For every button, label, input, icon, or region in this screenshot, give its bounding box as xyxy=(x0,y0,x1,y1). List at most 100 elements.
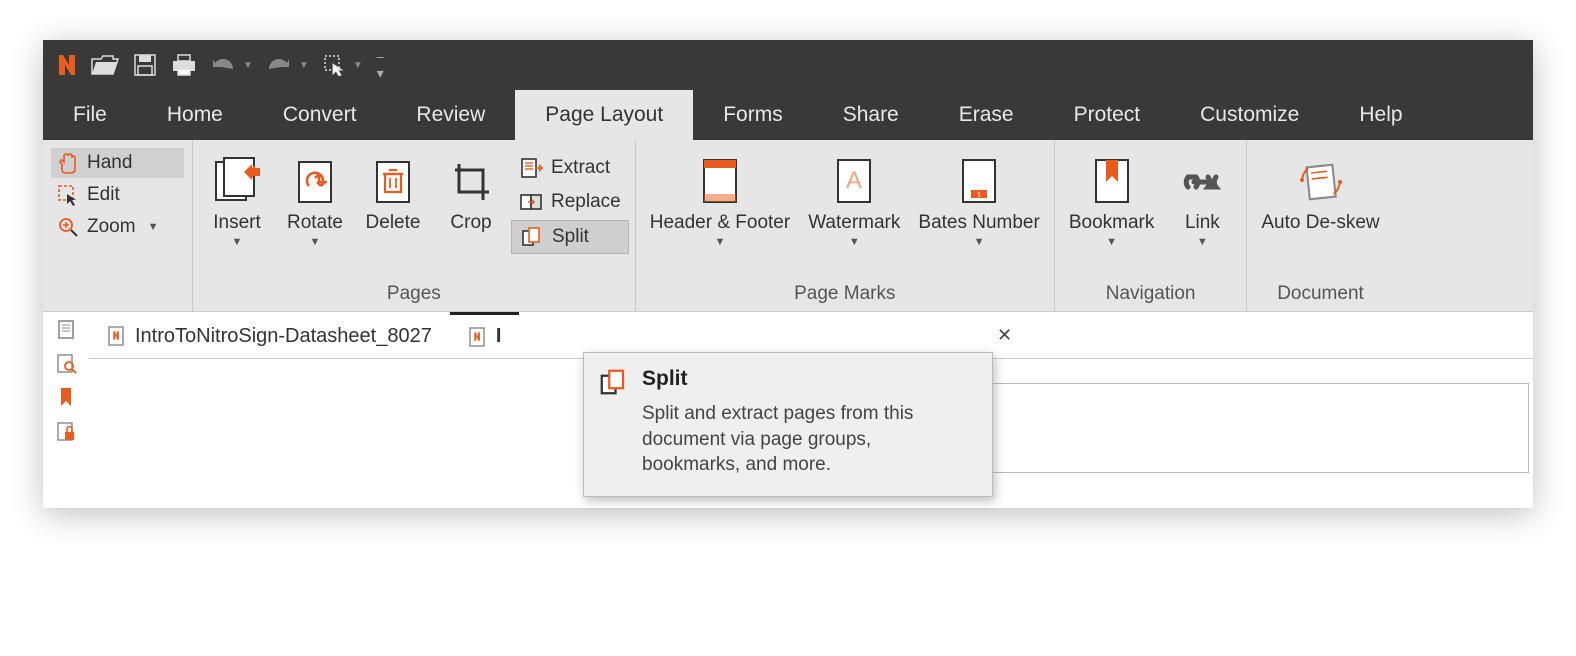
bates-label: Bates Number xyxy=(918,212,1039,234)
open-icon[interactable] xyxy=(91,55,119,75)
insert-button[interactable]: Insert ▼ xyxy=(199,148,275,248)
quick-access-toolbar: ▼ ▼ ▼ ⎯▾ xyxy=(43,40,1533,90)
group-pages-label: Pages xyxy=(199,279,629,307)
extract-button[interactable]: Extract xyxy=(511,152,629,184)
print-icon[interactable] xyxy=(171,53,197,77)
chevron-down-icon: ▼ xyxy=(715,236,726,248)
delete-label: Delete xyxy=(366,212,421,234)
bates-icon: 1 xyxy=(957,152,1001,210)
watermark-button[interactable]: A Watermark ▼ xyxy=(800,148,908,248)
pdf-doc-icon xyxy=(107,325,125,347)
chevron-down-icon: ▼ xyxy=(1197,236,1208,248)
document-tab-2[interactable]: I xyxy=(450,312,520,358)
replace-label: Replace xyxy=(551,191,621,213)
mode-tools: Hand Edit Zoom ▼ xyxy=(43,140,193,311)
menu-erase[interactable]: Erase xyxy=(929,90,1044,140)
group-document-label: Document xyxy=(1253,279,1387,307)
sidebar xyxy=(43,312,89,508)
redo-dropdown-icon[interactable]: ▼ xyxy=(299,60,309,71)
document-tab-1-label: IntroToNitroSign-Datasheet_8027 xyxy=(135,325,432,348)
group-document: Auto De-skew Document xyxy=(1246,140,1393,311)
watermark-icon: A xyxy=(832,152,876,210)
tooltip-body: Split and extract pages from this docume… xyxy=(642,401,974,478)
chevron-down-icon: ▼ xyxy=(310,236,321,248)
edit-icon xyxy=(57,184,79,206)
chevron-down-icon: ▼ xyxy=(849,236,860,248)
split-tooltip: Split Split and extract pages from this … xyxy=(583,352,993,497)
extract-icon xyxy=(519,156,543,180)
bates-number-button[interactable]: 1 Bates Number ▼ xyxy=(910,148,1047,248)
hand-tool-button[interactable]: Hand xyxy=(51,148,184,178)
watermark-label: Watermark xyxy=(808,212,900,234)
document-tab-1[interactable]: IntroToNitroSign-Datasheet_8027 xyxy=(89,312,450,358)
insert-icon xyxy=(210,152,264,210)
split-label: Split xyxy=(552,226,589,248)
menu-share[interactable]: Share xyxy=(813,90,929,140)
chevron-down-icon: ▼ xyxy=(1106,236,1117,248)
rotate-button[interactable]: Rotate ▼ xyxy=(277,148,353,248)
extract-label: Extract xyxy=(551,157,610,179)
menu-customize[interactable]: Customize xyxy=(1170,90,1329,140)
sidebar-bookmark-icon[interactable] xyxy=(56,386,76,408)
link-label: Link xyxy=(1185,212,1220,234)
menu-file[interactable]: File xyxy=(43,90,137,140)
customize-qat-icon[interactable]: ⎯▾ xyxy=(377,48,384,82)
menu-home[interactable]: Home xyxy=(137,90,253,140)
crop-icon xyxy=(449,152,493,210)
split-icon xyxy=(598,367,628,478)
menu-help[interactable]: Help xyxy=(1329,90,1432,140)
zoom-label: Zoom xyxy=(87,216,136,238)
group-navigation: Bookmark ▼ Link ▼ Navigation xyxy=(1054,140,1247,311)
tooltip-title: Split xyxy=(642,367,974,391)
split-icon xyxy=(520,225,544,249)
group-pages: Insert ▼ Rotate ▼ Delete xyxy=(193,140,635,311)
bookmark-icon xyxy=(1090,152,1134,210)
hand-icon xyxy=(57,152,79,174)
select-dropdown-icon[interactable]: ▼ xyxy=(353,60,363,71)
svg-text:A: A xyxy=(846,167,862,194)
save-icon[interactable] xyxy=(133,53,157,77)
edit-label: Edit xyxy=(87,184,120,206)
link-icon xyxy=(1178,152,1226,210)
menu-protect[interactable]: Protect xyxy=(1044,90,1171,140)
menu-page-layout[interactable]: Page Layout xyxy=(515,90,693,140)
split-button[interactable]: Split xyxy=(511,220,629,254)
group-page-marks: Header & Footer ▼ A Watermark ▼ 1 Bates … xyxy=(635,140,1054,311)
crop-button[interactable]: Crop xyxy=(433,148,509,234)
ribbon: Hand Edit Zoom ▼ xyxy=(43,140,1533,312)
select-tool-icon[interactable] xyxy=(323,54,345,76)
chevron-down-icon: ▼ xyxy=(148,221,159,233)
tab-close-button[interactable]: ✕ xyxy=(997,325,1012,346)
deskew-button[interactable]: Auto De-skew xyxy=(1253,148,1387,234)
delete-button[interactable]: Delete xyxy=(355,148,431,234)
edit-tool-button[interactable]: Edit xyxy=(51,180,184,210)
sidebar-search-icon[interactable] xyxy=(55,352,77,374)
bookmark-button[interactable]: Bookmark ▼ xyxy=(1061,148,1163,248)
menu-review[interactable]: Review xyxy=(386,90,515,140)
menu-convert[interactable]: Convert xyxy=(253,90,387,140)
redo-icon[interactable] xyxy=(267,57,291,73)
undo-icon[interactable] xyxy=(211,57,235,73)
rotate-label: Rotate xyxy=(287,212,343,234)
link-button[interactable]: Link ▼ xyxy=(1164,148,1240,248)
group-pagemarks-label: Page Marks xyxy=(642,279,1048,307)
delete-icon xyxy=(371,152,415,210)
header-footer-icon xyxy=(698,152,742,210)
header-footer-button[interactable]: Header & Footer ▼ xyxy=(642,148,798,248)
app-window: ▼ ▼ ▼ ⎯▾ File Home Convert Review Page L… xyxy=(43,40,1533,508)
zoom-icon xyxy=(57,216,79,238)
deskew-icon xyxy=(1296,152,1346,210)
undo-dropdown-icon[interactable]: ▼ xyxy=(243,60,253,71)
sidebar-pages-icon[interactable] xyxy=(55,318,77,340)
menu-forms[interactable]: Forms xyxy=(693,90,813,140)
document-tab-2-label: I xyxy=(496,325,502,348)
zoom-tool-button[interactable]: Zoom ▼ xyxy=(51,212,184,242)
replace-icon xyxy=(519,190,543,214)
header-footer-label: Header & Footer xyxy=(650,212,790,234)
sidebar-security-icon[interactable] xyxy=(55,420,77,442)
rotate-icon xyxy=(293,152,337,210)
insert-label: Insert xyxy=(213,212,261,234)
replace-button[interactable]: Replace xyxy=(511,186,629,218)
svg-text:1: 1 xyxy=(977,192,981,199)
app-logo-icon xyxy=(57,53,77,77)
